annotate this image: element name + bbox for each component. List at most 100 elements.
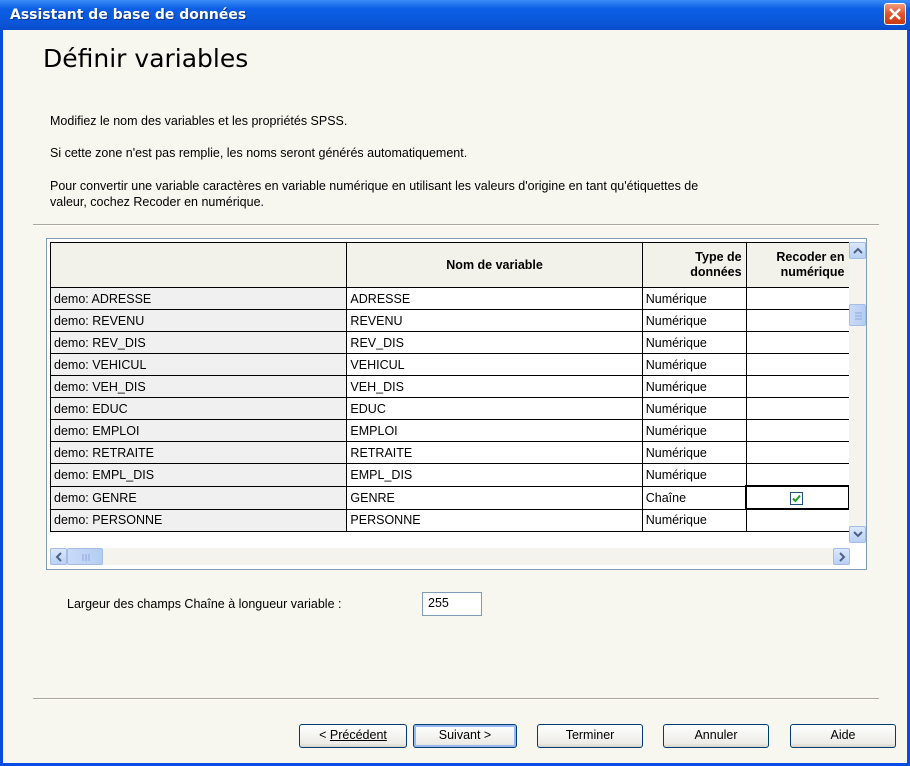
cell-recode[interactable] — [745, 508, 850, 532]
cell-recode[interactable] — [745, 485, 850, 510]
cell-variable-name[interactable]: RETRAITE — [346, 441, 643, 464]
description-3-line-2: valeur, cochez Recoder en numérique. — [50, 195, 265, 209]
cell-source: demo: ADRESSE — [50, 287, 348, 310]
cell-data-type[interactable]: Numérique — [641, 419, 747, 442]
previous-button[interactable]: < Précédent — [299, 724, 407, 748]
grid-viewport: Nom de variable Type de données Recoder e… — [50, 242, 850, 543]
cell-data-type[interactable]: Numérique — [641, 441, 747, 464]
table-row[interactable]: demo: GENRE GENRE Chaîne — [50, 485, 850, 510]
table-row[interactable]: demo: EDUC EDUC Numérique — [50, 397, 850, 420]
cell-data-type[interactable]: Numérique — [641, 287, 747, 310]
vertical-scroll-thumb[interactable] — [849, 304, 866, 326]
cell-data-type[interactable]: Numérique — [641, 353, 747, 376]
vertical-scrollbar[interactable] — [849, 242, 866, 543]
close-icon — [889, 8, 901, 20]
cell-source: demo: RETRAITE — [50, 441, 348, 464]
scroll-down-button[interactable] — [849, 526, 866, 543]
header-recode[interactable]: Recoder en numérique — [745, 242, 850, 288]
cell-variable-name[interactable]: ADRESSE — [346, 287, 643, 310]
cell-recode[interactable] — [745, 441, 850, 464]
cell-data-type[interactable]: Chaîne — [641, 485, 747, 510]
cell-recode[interactable] — [745, 463, 850, 487]
chevron-right-icon — [839, 552, 846, 562]
table-row[interactable]: demo: VEHICUL VEHICUL Numérique — [50, 353, 850, 376]
cell-data-type[interactable]: Numérique — [641, 463, 747, 487]
horizontal-scroll-thumb[interactable] — [67, 548, 103, 565]
horizontal-scrollbar[interactable] — [50, 548, 850, 565]
table-row[interactable]: demo: RETRAITE RETRAITE Numérique — [50, 441, 850, 464]
recode-checkbox[interactable] — [790, 491, 804, 505]
header-type-line1: Type de — [695, 250, 742, 264]
table-row[interactable]: demo: EMPLOI EMPLOI Numérique — [50, 419, 850, 442]
cell-variable-name[interactable]: VEH_DIS — [346, 375, 643, 398]
cell-variable-name[interactable]: EMPL_DIS — [346, 463, 643, 487]
finish-button[interactable]: Terminer — [537, 724, 643, 748]
table-row[interactable]: demo: VEH_DIS VEH_DIS Numérique — [50, 375, 850, 398]
cell-data-type[interactable]: Numérique — [641, 331, 747, 354]
previous-label: Précédent — [329, 728, 387, 742]
cell-source: demo: EMPL_DIS — [50, 463, 348, 487]
description-1: Modifiez le nom des variables et les pro… — [50, 114, 348, 128]
table-row[interactable]: demo: EMPL_DIS EMPL_DIS Numérique — [50, 463, 850, 487]
chevron-up-icon — [853, 247, 863, 254]
header-source — [50, 242, 348, 288]
cell-source: demo: EMPLOI — [50, 419, 348, 442]
scroll-up-button[interactable] — [849, 242, 866, 259]
page-title: Définir variables — [43, 44, 249, 73]
cell-source: demo: VEHICUL — [50, 353, 348, 376]
table-row[interactable]: demo: REVENU REVENU Numérique — [50, 309, 850, 332]
checkmark-icon — [792, 494, 801, 502]
header-data-type[interactable]: Type de données — [641, 242, 747, 288]
cell-recode[interactable] — [745, 309, 850, 332]
cell-data-type[interactable]: Numérique — [641, 508, 747, 532]
cell-data-type[interactable]: Numérique — [641, 309, 747, 332]
help-button[interactable]: Aide — [790, 724, 896, 748]
header-recode-line1: Recoder en — [776, 250, 845, 264]
grip-icon — [855, 312, 862, 320]
header-type-line2: données — [690, 265, 742, 279]
string-width-input[interactable]: 255 — [422, 592, 482, 616]
cell-variable-name[interactable]: VEHICUL — [346, 353, 643, 376]
table-row[interactable]: demo: REV_DIS REV_DIS Numérique — [50, 331, 850, 354]
header-separator — [33, 224, 879, 226]
variables-grid[interactable]: Nom de variable Type de données Recoder e… — [46, 238, 867, 570]
scroll-left-button[interactable] — [50, 548, 67, 565]
cell-variable-name[interactable]: GENRE — [346, 485, 643, 510]
next-button[interactable]: Suivant > — [413, 724, 517, 748]
cell-source: demo: VEH_DIS — [50, 375, 348, 398]
description-3-line-1: Pour convertir une variable caractères e… — [50, 179, 699, 193]
cell-recode[interactable] — [745, 397, 850, 420]
grip-icon — [82, 554, 90, 561]
cell-data-type[interactable]: Numérique — [641, 397, 747, 420]
cell-source: demo: PERSONNE — [50, 508, 348, 532]
cell-data-type[interactable]: Numérique — [641, 375, 747, 398]
grid-body: demo: ADRESSE ADRESSE Numérique demo: REVEN… — [50, 287, 850, 532]
scroll-right-button[interactable] — [833, 548, 850, 565]
close-button[interactable] — [884, 3, 906, 25]
cell-recode[interactable] — [745, 331, 850, 354]
cell-variable-name[interactable]: REV_DIS — [346, 331, 643, 354]
cancel-button[interactable]: Annuler — [663, 724, 769, 748]
table-row[interactable]: demo: ADRESSE ADRESSE Numérique — [50, 287, 850, 310]
cell-source: demo: REV_DIS — [50, 331, 348, 354]
string-width-label: Largeur des champs Chaîne à longueur var… — [67, 597, 342, 611]
chevron-down-icon — [853, 531, 863, 538]
table-row[interactable]: demo: PERSONNE PERSONNE Numérique — [50, 508, 850, 532]
footer-separator — [33, 698, 879, 700]
cell-recode[interactable] — [745, 419, 850, 442]
cell-variable-name[interactable]: EDUC — [346, 397, 643, 420]
cell-recode[interactable] — [745, 287, 850, 310]
cell-variable-name[interactable]: PERSONNE — [346, 508, 643, 532]
cell-recode[interactable] — [745, 375, 850, 398]
cell-recode[interactable] — [745, 353, 850, 376]
cell-source: demo: REVENU — [50, 309, 348, 332]
window-title: Assistant de base de données — [10, 7, 247, 23]
title-bar: Assistant de base de données — [0, 0, 910, 30]
chevron-left-icon — [55, 552, 62, 562]
header-recode-line2: numérique — [780, 265, 845, 279]
cell-variable-name[interactable]: REVENU — [346, 309, 643, 332]
header-variable-name[interactable]: Nom de variable — [346, 242, 643, 288]
wizard-window: Assistant de base de données Définir var… — [0, 0, 910, 766]
cell-source: demo: GENRE — [50, 485, 348, 510]
cell-variable-name[interactable]: EMPLOI — [346, 419, 643, 442]
